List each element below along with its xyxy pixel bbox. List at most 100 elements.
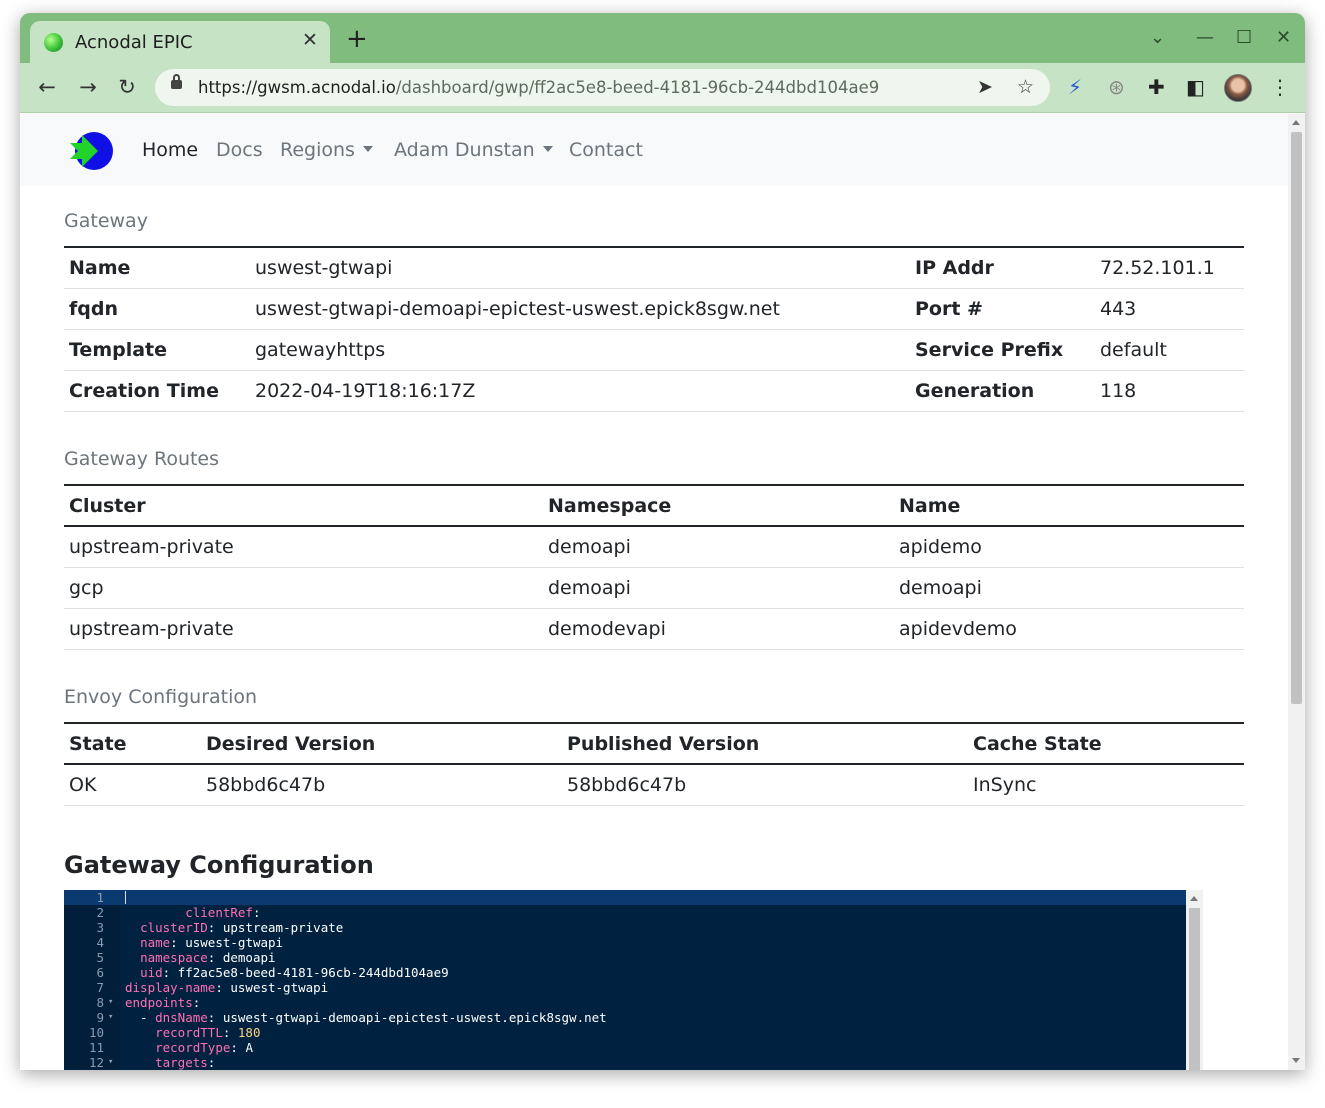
page-scroll-thumb[interactable] — [1291, 132, 1302, 704]
browser-window: Acnodal EPIC ✕ + ⌄ — ☐ ✕ ← → ↻ https://g… — [20, 13, 1305, 1070]
field-value: 72.52.101.1 — [1095, 247, 1244, 289]
column-header: Namespace — [543, 485, 894, 527]
routes-table: Cluster Namespace Name upstream-private dem… — [64, 484, 1244, 650]
table-cell: 58bbd6c47b — [201, 764, 562, 806]
code-line: 3 clusterID: upstream-private — [64, 920, 1186, 935]
yaml-value: A — [245, 1040, 253, 1055]
favicon-icon — [44, 33, 63, 52]
code-line: 1 — [64, 890, 1186, 905]
menu-icon[interactable]: ⋮ — [1270, 75, 1290, 99]
yaml-key: clientRef — [185, 905, 253, 920]
field-value: 2022-04-19T18:16:17Z — [250, 370, 910, 412]
field-value: 443 — [1095, 288, 1244, 330]
tab-close-icon[interactable]: ✕ — [300, 29, 320, 51]
url-text[interactable]: https://gwsm.acnodal.io/dashboard/gwp/ff… — [198, 78, 879, 97]
column-header: State — [64, 723, 201, 765]
maximize-icon[interactable]: ☐ — [1236, 27, 1252, 48]
nav-contact[interactable]: Contact — [569, 139, 643, 161]
table-cell: demoapi — [543, 567, 894, 609]
code-text: recordTTL: 180 — [125, 1025, 260, 1040]
editor-scrollbar[interactable] — [1186, 890, 1203, 1070]
forward-icon[interactable]: → — [75, 75, 101, 99]
profile-avatar[interactable] — [1224, 74, 1252, 102]
table-cell: demoapi — [543, 526, 894, 568]
field-label: Name — [64, 247, 250, 289]
config-editor[interactable]: 12 clientRef: 3 clusterID: upstream-priv… — [64, 890, 1186, 1070]
reload-icon[interactable]: ↻ — [114, 75, 140, 99]
yaml-value: 180 — [237, 1025, 261, 1040]
yaml-key: uid — [140, 965, 163, 980]
tab-search-icon[interactable]: ⌄ — [1150, 27, 1165, 48]
field-value: uswest-gtwapi — [250, 247, 910, 289]
line-number: 9 — [96, 1010, 104, 1025]
scroll-down-icon[interactable] — [1292, 1058, 1300, 1063]
fold-toggle-icon[interactable]: ▾ — [108, 1010, 113, 1025]
yaml-value: ff2ac5e8-beed-4181-96cb-244dbd104ae9 — [177, 965, 449, 980]
table-cell: upstream-private — [64, 608, 543, 650]
fold-toggle-icon[interactable]: ▾ — [108, 1055, 113, 1070]
epic-logo[interactable] — [68, 130, 114, 172]
yaml-key: recordType — [155, 1040, 231, 1055]
line-number: 5 — [96, 950, 104, 965]
table-cell: apidevdemo — [894, 608, 1244, 650]
browser-tab[interactable]: Acnodal EPIC ✕ — [30, 21, 330, 63]
table-row: Creation Time 2022-04-19T18:16:17Z Generat… — [64, 370, 1244, 412]
table-cell: OK — [64, 764, 201, 806]
tab-title: Acnodal EPIC — [75, 32, 193, 53]
line-number: 12 — [88, 1055, 104, 1070]
column-header: Published Version — [562, 723, 968, 765]
gateway-section-title: Gateway — [64, 210, 148, 232]
tab-strip: Acnodal EPIC ✕ + ⌄ — ☐ ✕ — [20, 13, 1305, 63]
table-row: Template gatewayhttps Service Prefix defaul… — [64, 329, 1244, 371]
nav-docs[interactable]: Docs — [216, 139, 263, 161]
field-value: uswest-gtwapi-demoapi-epictest-uswest.ep… — [250, 288, 910, 330]
puzzle-icon[interactable]: ✚ — [1148, 75, 1165, 99]
yaml-key: endpoints — [125, 995, 193, 1010]
yaml-key: namespace — [140, 950, 208, 965]
editor-scroll-thumb[interactable] — [1189, 908, 1200, 1070]
field-label: Creation Time — [64, 370, 250, 412]
back-icon[interactable]: ← — [34, 75, 60, 99]
table-cell: 58bbd6c47b — [562, 764, 968, 806]
bookmark-star-icon[interactable]: ☆ — [1017, 76, 1034, 98]
code-text: name: uswest-gtwapi — [125, 935, 283, 950]
field-label: fqdn — [64, 288, 250, 330]
page-scrollbar[interactable] — [1288, 114, 1305, 1070]
gateway-table: Name uswest-gtwapi IP Addr 72.52.101.1 fqdn u… — [64, 246, 1244, 412]
nav-user[interactable]: Adam Dunstan — [394, 139, 553, 161]
field-label: Generation — [910, 370, 1095, 412]
code-text: namespace: demoapi — [125, 950, 275, 965]
code-line: 12 ▾ targets: — [64, 1055, 1186, 1070]
yaml-key: dnsName — [155, 1010, 208, 1025]
line-number: 2 — [96, 905, 104, 920]
scroll-up-icon[interactable] — [1190, 896, 1198, 901]
address-bar[interactable]: https://gwsm.acnodal.io/dashboard/gwp/ff… — [155, 69, 1050, 106]
send-icon[interactable]: ➤ — [977, 76, 993, 98]
field-value: default — [1095, 329, 1244, 371]
lightning-extension-icon[interactable]: ⚡ — [1068, 75, 1082, 99]
code-line: 10 recordTTL: 180 — [64, 1025, 1186, 1040]
yaml-key: name — [140, 935, 171, 950]
minimize-icon[interactable]: — — [1196, 27, 1214, 48]
extension-icon[interactable]: ⊛ — [1108, 75, 1125, 99]
column-header: Cluster — [64, 485, 543, 527]
site-navbar: Home Docs Regions Adam Dunstan Contact — [20, 114, 1288, 186]
table-row: upstream-private demodevapi apidevdemo — [64, 608, 1244, 650]
nav-home[interactable]: Home — [142, 139, 198, 161]
window-close-icon[interactable]: ✕ — [1276, 27, 1291, 48]
field-label: IP Addr — [910, 247, 1095, 289]
new-tab-button[interactable]: + — [346, 26, 368, 52]
line-number: 11 — [88, 1040, 104, 1055]
side-panel-icon[interactable]: ◧ — [1186, 75, 1205, 99]
nav-regions[interactable]: Regions — [280, 139, 373, 161]
line-number: 4 — [96, 935, 104, 950]
column-header: Desired Version — [201, 723, 562, 765]
table-cell: upstream-private — [64, 526, 543, 568]
fold-toggle-icon[interactable]: ▾ — [108, 995, 113, 1010]
line-number: 7 — [96, 980, 104, 995]
table-row: gcp demoapi demoapi — [64, 567, 1244, 609]
scroll-up-icon[interactable] — [1292, 120, 1300, 125]
code-text: recordType: A — [125, 1040, 253, 1055]
